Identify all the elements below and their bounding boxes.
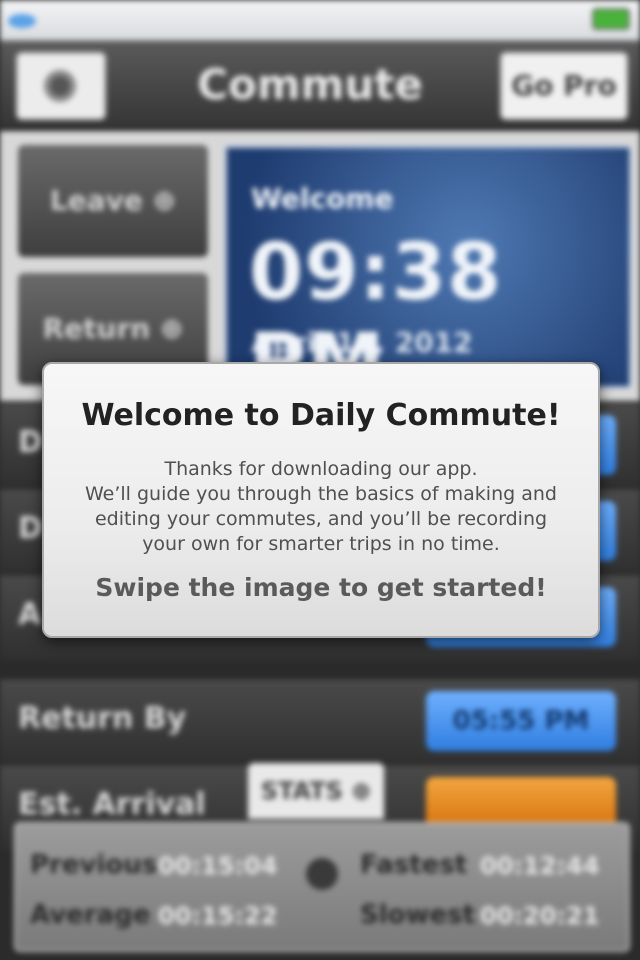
dialog-body-line: editing your commutes, and you’ll be rec… [94, 508, 548, 530]
stat-fastest-label: Fastest [360, 850, 468, 880]
stat-previous-value: 00:15:04 [158, 852, 278, 880]
dialog-cta: Swipe the image to get started! [95, 573, 547, 602]
nav-bar: Commute Go Pro [0, 42, 640, 131]
dialog-body-line: your own for smarter trips in no time. [142, 533, 500, 555]
dialog-body: Thanks for downloading our app. We’ll gu… [44, 457, 598, 557]
go-pro-button[interactable]: Go Pro [500, 52, 628, 120]
settings-button[interactable] [16, 52, 106, 120]
dialog-title: Welcome to Daily Commute! [81, 398, 561, 433]
clock-greeting: Welcome [251, 182, 394, 215]
signal-icon [8, 14, 36, 28]
nav-title: Commute [197, 60, 423, 109]
stats-panel: Previous 00:15:04 Average 00:15:22 Faste… [14, 822, 630, 952]
stat-slowest-label: Slowest [360, 900, 476, 930]
list-item[interactable]: Return By 05:55 PM [0, 677, 640, 765]
row-label: Est. Arrival [18, 787, 206, 822]
gear-icon [44, 70, 76, 102]
stopwatch-icon [306, 858, 338, 890]
row-label: D [18, 425, 43, 460]
battery-icon [592, 8, 630, 30]
stat-fastest-value: 00:12:44 [480, 852, 600, 880]
commute-controls: Leave ⊕ Return ⊕ Welcome 09:38 PM April … [0, 131, 640, 408]
stat-average-label: Average [30, 900, 151, 930]
clock-panel: Welcome 09:38 PM April 17, 2012 [224, 145, 632, 408]
stat-slowest-value: 00:20:21 [480, 902, 600, 930]
leave-button[interactable]: Leave ⊕ [18, 145, 208, 257]
dialog-body-line: We’ll guide you through the basics of ma… [85, 483, 557, 505]
row-label: Return By [18, 701, 187, 736]
stat-average-value: 00:15:22 [158, 902, 278, 930]
row-label: D [18, 511, 43, 546]
stat-previous-label: Previous [30, 850, 158, 880]
clock-date: April 17, 2012 [251, 326, 473, 359]
welcome-dialog[interactable]: Welcome to Daily Commute! Thanks for dow… [42, 362, 600, 638]
stats-tab[interactable]: STATS ⊕ [248, 763, 384, 819]
row-label: A [18, 597, 42, 632]
status-bar [0, 0, 640, 42]
dialog-body-line: Thanks for downloading our app. [164, 458, 478, 480]
row-value[interactable]: 05:55 PM [426, 691, 616, 751]
